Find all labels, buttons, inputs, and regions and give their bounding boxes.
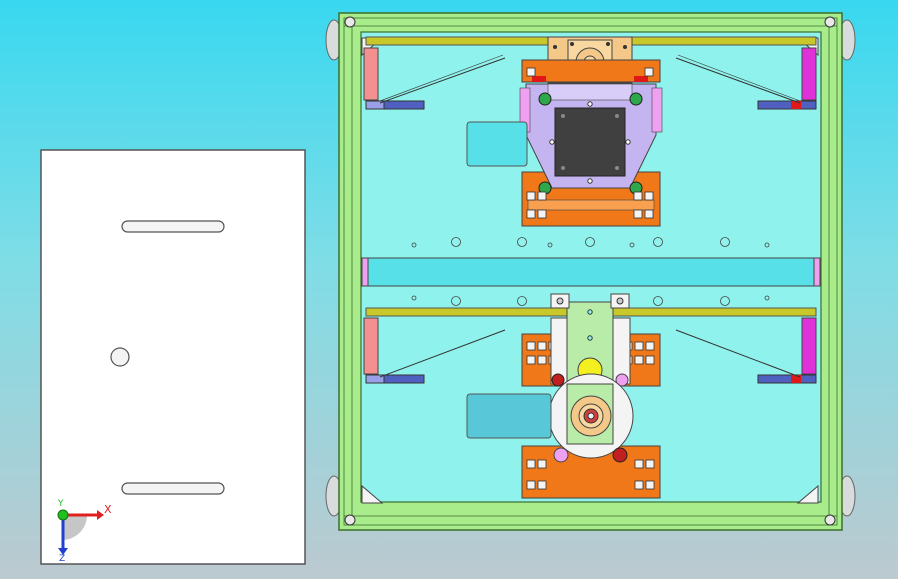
lower-cyan-pad[interactable] [466, 393, 552, 439]
bracket-dot-3 [549, 139, 555, 145]
upper-carriage-red-l [532, 76, 546, 82]
bracket-dot-2 [587, 178, 593, 184]
bracket-dot-4 [625, 139, 631, 145]
lower-left-support[interactable] [363, 317, 379, 375]
dark-plate-hole-2 [615, 114, 619, 118]
lower-right-foot[interactable] [757, 374, 817, 384]
upper-carriage-strip [527, 199, 655, 211]
corner-bolt-br[interactable] [824, 514, 836, 526]
lower-right-support[interactable] [801, 317, 817, 375]
upper-right-foot[interactable] [757, 100, 817, 110]
upper-right-support[interactable] [801, 47, 817, 101]
cad-drawing[interactable] [0, 0, 898, 579]
slot-bottom[interactable] [121, 482, 225, 495]
corner-bolt-tr[interactable] [824, 16, 836, 28]
corner-bolt-tl[interactable] [344, 16, 356, 28]
middle-rail-end-right [813, 257, 821, 287]
dark-plate-hole-1 [561, 114, 565, 118]
slide-mount-bolt-l [556, 297, 564, 305]
side-plate-view[interactable] [40, 149, 306, 565]
upper-left-support[interactable] [363, 47, 379, 101]
dark-plate-hole-3 [561, 166, 565, 170]
middle-cross-rail[interactable] [361, 257, 821, 287]
bracket-bolt-1[interactable] [538, 92, 552, 106]
upper-cyan-pad[interactable] [466, 121, 528, 167]
dark-motor-plate[interactable] [554, 107, 626, 177]
mount-screw-1 [570, 42, 574, 46]
upper-right-foot-red [791, 101, 801, 109]
triad-y-label: Y [58, 499, 64, 509]
machine-assembly[interactable] [325, 12, 856, 531]
triad-z-label: Z [59, 554, 66, 564]
bracket-dot-1 [587, 101, 593, 107]
side-plate[interactable] [40, 149, 306, 565]
slot-top[interactable] [121, 220, 225, 233]
upper-lavender-top [547, 83, 633, 101]
triad-x-label: X [104, 503, 112, 516]
red-knob-left[interactable] [551, 373, 565, 387]
y-axis-dot [57, 509, 69, 521]
corner-bolt-bl[interactable] [344, 514, 356, 526]
green-arm-hole-1 [587, 309, 593, 315]
lower-right-foot-red [791, 375, 801, 383]
bracket-bolt-2[interactable] [629, 92, 643, 106]
dark-plate-hole-4 [615, 166, 619, 170]
green-arm-hole-2 [587, 335, 593, 341]
rotary-hub-core [587, 412, 595, 420]
mount-screw-6 [623, 45, 627, 49]
slide-mount-bolt-r [616, 297, 624, 305]
upper-carriage-red-r [634, 76, 648, 82]
middle-rail-end-left [361, 257, 369, 287]
cad-viewport[interactable]: X Y Z [0, 0, 898, 579]
lower-red-knob[interactable] [612, 447, 628, 463]
mount-screw-2 [606, 42, 610, 46]
mount-screw-5 [553, 45, 557, 49]
lower-pink-knob[interactable] [553, 447, 569, 463]
upper-pink-spacer-r [651, 87, 663, 133]
mount-hole[interactable] [110, 347, 130, 367]
